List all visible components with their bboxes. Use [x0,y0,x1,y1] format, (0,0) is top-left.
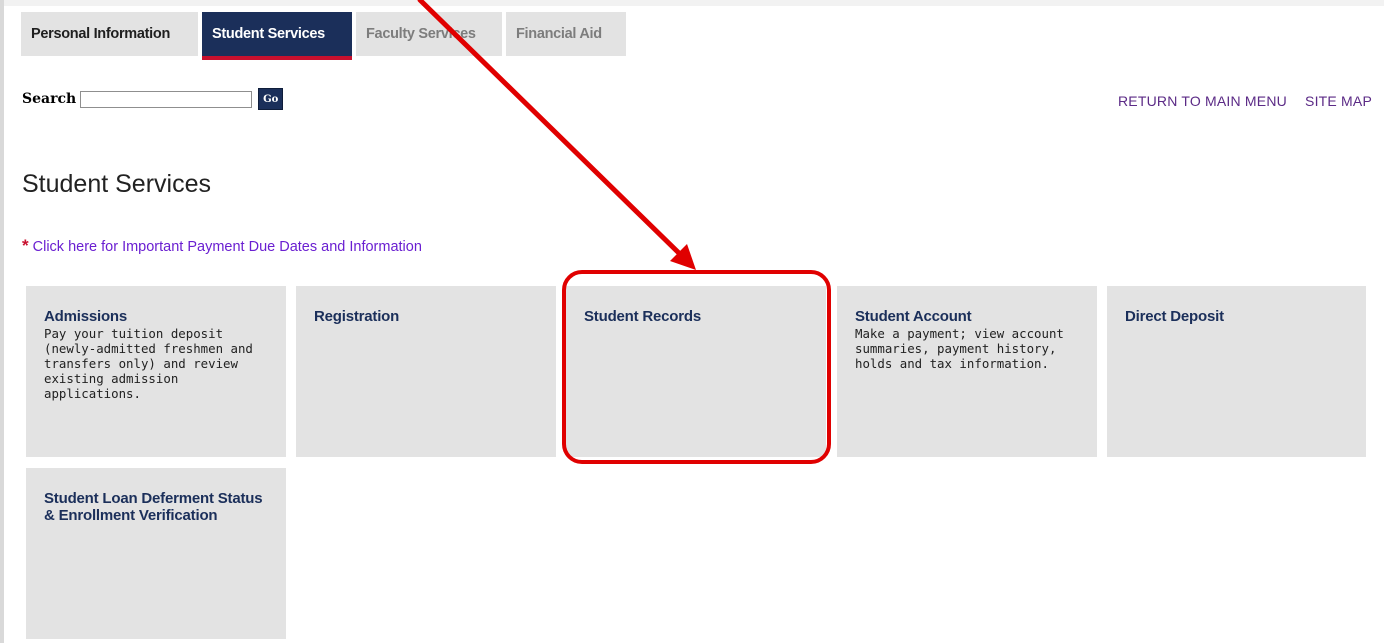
search-bar: Search Go [22,88,284,110]
card-admissions[interactable]: Admissions Pay your tuition deposit (new… [26,286,286,457]
go-button[interactable]: Go [258,88,284,110]
payment-due-dates-link[interactable]: Click here for Important Payment Due Dat… [33,239,422,255]
card-description: Pay your tuition deposit (newly-admitted… [44,326,253,401]
search-input[interactable] [80,90,253,108]
tab-financial-aid[interactable]: Financial Aid [506,12,626,56]
return-to-main-menu-link[interactable]: RETURN TO MAIN MENU [1118,93,1287,109]
arrow-head [670,244,696,270]
card-description: Make a payment; view account summaries, … [855,326,1064,371]
card-title: Registration [314,308,400,325]
site-map-link[interactable]: SITE MAP [1305,93,1372,109]
top-links: RETURN TO MAIN MENU SITE MAP [1104,93,1372,109]
asterisk-icon: * [22,236,29,255]
tab-personal-information[interactable]: Personal Information [21,12,198,56]
card-title: Admissions [44,308,128,325]
card-student-account[interactable]: Student Account Make a payment; view acc… [837,286,1097,457]
tab-faculty-services[interactable]: Faculty Services [356,12,502,56]
page-title: Student Services [22,170,211,198]
tab-student-services[interactable]: Student Services [202,12,352,60]
card-title: Student Loan Deferment Status & Enrollme… [44,490,263,524]
card-direct-deposit[interactable]: Direct Deposit [1107,286,1366,457]
card-title: Direct Deposit [1125,308,1224,325]
card-student-loan-deferment[interactable]: Student Loan Deferment Status & Enrollme… [26,468,286,639]
card-title: Student Account [855,308,972,325]
main-tabs: Personal Information Student Services Fa… [21,12,626,60]
card-registration[interactable]: Registration [296,286,556,457]
payment-notice: * Click here for Important Payment Due Da… [22,236,422,256]
card-title: Student Records [584,308,702,325]
top-edge [4,0,1384,6]
card-student-records[interactable]: Student Records [566,286,826,457]
page: Personal Information Student Services Fa… [0,0,1384,643]
search-label: Search [22,91,77,107]
